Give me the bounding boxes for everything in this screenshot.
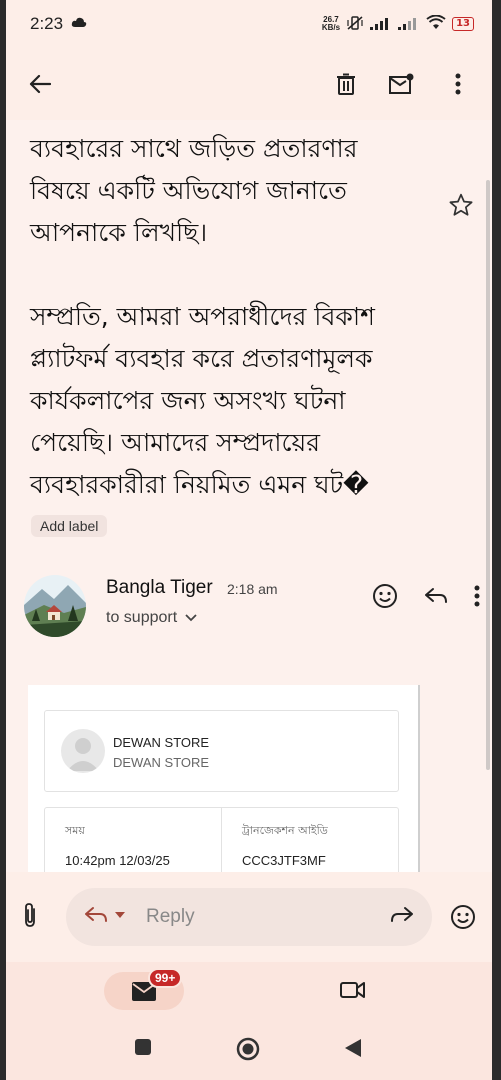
time-label: সময় bbox=[65, 824, 85, 837]
message-paragraph: ব্যবহারের সাথে জড়িত প্রতারণার বিষয়ে এক… bbox=[30, 128, 430, 254]
video-icon bbox=[340, 982, 365, 998]
net-speed-unit: KB/s bbox=[321, 23, 341, 32]
star-icon[interactable] bbox=[448, 192, 474, 222]
status-bar: 2:23 26.7 KB/s 13 bbox=[6, 0, 492, 48]
sender-avatar[interactable] bbox=[24, 575, 86, 637]
reply-bar: Reply bbox=[6, 872, 492, 962]
time-column: সময় 10:42pm 12/03/25 bbox=[65, 822, 170, 868]
txn-label: ট্রানজেকশন আইডি bbox=[242, 824, 328, 837]
arrow-left-icon[interactable] bbox=[22, 66, 58, 102]
reply-label: Reply bbox=[146, 906, 195, 927]
system-nav bbox=[6, 1020, 492, 1080]
trash-icon[interactable] bbox=[328, 66, 364, 102]
time-value: 10:42pm 12/03/25 bbox=[65, 853, 170, 868]
attachment-icon[interactable] bbox=[22, 902, 38, 932]
signal-icon-2 bbox=[398, 16, 420, 33]
net-speed: 26.7 KB/s bbox=[322, 16, 340, 32]
body-line: সম্প্রতি, আমরা অপরাধীদের বিকাশ bbox=[30, 302, 375, 331]
message-content[interactable]: ব্যবহারের সাথে জড়িত প্রতারণার বিষয়ে এক… bbox=[6, 120, 492, 872]
message-body: ব্যবহারের সাথে জড়িত প্রতারণার বিষয়ে এক… bbox=[30, 128, 430, 548]
battery-indicator: 13 bbox=[452, 17, 474, 31]
sender-name: Bangla Tiger bbox=[106, 577, 213, 598]
transaction-receipt: DEWAN STORE DEWAN STORE সময় 10:42pm 12/… bbox=[28, 685, 420, 872]
reply-input[interactable]: Reply bbox=[66, 888, 432, 946]
signal-icon bbox=[370, 16, 392, 33]
add-label-chip[interactable]: Add label bbox=[31, 515, 108, 537]
back-button[interactable] bbox=[344, 1038, 362, 1062]
bottom-nav: 99+ bbox=[6, 962, 492, 1020]
emoji-icon[interactable] bbox=[450, 904, 476, 934]
info-divider bbox=[221, 808, 222, 872]
vibrate-off-icon bbox=[346, 15, 364, 33]
recents-button[interactable] bbox=[134, 1038, 152, 1060]
body-line: পেয়েছি। আমাদের সম্প্রদায়ের bbox=[30, 428, 320, 457]
forward-icon[interactable] bbox=[390, 906, 414, 928]
status-icons: 26.7 KB/s 13 bbox=[322, 14, 474, 33]
body-line: আপনাকে লিখছি। bbox=[30, 218, 208, 247]
sender-header[interactable]: Bangla Tiger 2:18 am to support bbox=[24, 575, 488, 645]
toolbar-actions bbox=[328, 66, 476, 102]
store-subtitle: DEWAN STORE bbox=[113, 755, 210, 770]
body-line: ব্যবহারকারীরা নিয়মিত এমন ঘট� bbox=[30, 470, 369, 499]
txn-value: CCC3JTF3MF bbox=[242, 853, 326, 868]
txn-column: ট্রানজেকশন আইডি CCC3JTF3MF bbox=[242, 822, 328, 868]
cloud-icon bbox=[71, 17, 87, 31]
body-line: ব্যবহারের সাথে জড়িত প্রতারণার bbox=[30, 134, 358, 163]
mail-badge: 99+ bbox=[148, 968, 183, 988]
app-frame: 2:23 26.7 KB/s 13 ব্যবহারের সাথে জড়িত প… bbox=[6, 0, 492, 1080]
transaction-info: সময় 10:42pm 12/03/25 ট্রানজেকশন আইডি CC… bbox=[44, 807, 399, 872]
store-avatar-icon bbox=[61, 729, 105, 773]
nav-meet-tab[interactable] bbox=[340, 980, 366, 1004]
wifi-icon bbox=[426, 14, 446, 33]
store-name: DEWAN STORE bbox=[113, 735, 210, 750]
body-line: কার্যকলাপের জন্য অসংখ্য ঘটনা bbox=[30, 386, 346, 415]
sender-actions bbox=[372, 583, 480, 613]
mail-unread-icon[interactable] bbox=[384, 66, 420, 102]
reply-icon[interactable] bbox=[424, 587, 448, 609]
message-toolbar bbox=[6, 48, 492, 120]
emoji-react-icon[interactable] bbox=[372, 583, 398, 613]
more-vert-icon[interactable] bbox=[440, 66, 476, 102]
recipients-text: to support bbox=[106, 609, 178, 626]
reply-arrow-icon bbox=[85, 907, 107, 922]
status-time: 2:23 bbox=[30, 14, 64, 33]
chevron-down-icon bbox=[185, 614, 197, 622]
caret-down-icon bbox=[115, 912, 125, 918]
sender-time: 2:18 am bbox=[227, 581, 278, 597]
store-card: DEWAN STORE DEWAN STORE bbox=[44, 710, 399, 792]
message-more-icon[interactable] bbox=[474, 585, 480, 611]
scrollbar[interactable] bbox=[486, 180, 490, 770]
home-button[interactable] bbox=[236, 1037, 260, 1065]
message-paragraph: সম্প্রতি, আমরা অপরাধীদের বিকাশ প্ল্যাটফর… bbox=[30, 296, 430, 506]
body-line: প্ল্যাটফর্ম ব্যবহার করে প্রতারণামূলক bbox=[30, 344, 373, 373]
recipients-toggle[interactable]: to support bbox=[106, 609, 197, 627]
reply-mode-toggle[interactable] bbox=[84, 906, 126, 924]
body-line: বিষয়ে একটি অভিযোগ জানাতে bbox=[30, 176, 347, 205]
